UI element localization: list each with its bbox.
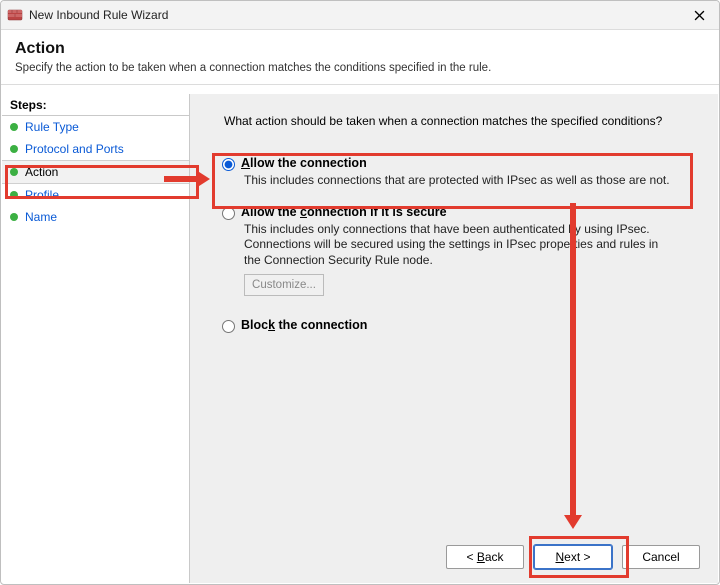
close-button[interactable] [685, 5, 713, 25]
sidebar-item-protocol-ports[interactable]: Protocol and Ports [2, 138, 189, 160]
option-allow-desc: This includes connections that are prote… [244, 173, 674, 189]
bullet-icon [10, 213, 18, 221]
page-title: Action [15, 40, 705, 58]
bullet-icon [10, 123, 18, 131]
bullet-icon [10, 191, 18, 199]
next-button[interactable]: Next > [534, 545, 612, 569]
radio-allow-secure[interactable] [222, 207, 235, 220]
bullet-icon [10, 145, 18, 153]
option-allow-title: Allow the connection [241, 156, 367, 170]
sidebar-item-profile[interactable]: Profile [2, 184, 189, 206]
steps-sidebar: Steps: Rule Type Protocol and Ports Acti… [2, 94, 190, 583]
page-header: Action Specify the action to be taken wh… [1, 30, 719, 85]
close-icon [694, 10, 705, 21]
wizard-body: Steps: Rule Type Protocol and Ports Acti… [2, 94, 718, 583]
sidebar-item-label: Protocol and Ports [25, 142, 124, 156]
back-button[interactable]: < Back [446, 545, 524, 569]
option-allow: Allow the connection This includes conne… [218, 150, 694, 197]
steps-list: Rule Type Protocol and Ports Action Prof… [2, 116, 189, 228]
radio-allow[interactable] [222, 158, 235, 171]
option-allow-secure-title: Allow the connection if it is secure [241, 205, 447, 219]
steps-header: Steps: [2, 94, 189, 116]
radio-block[interactable] [222, 320, 235, 333]
sidebar-item-label: Name [25, 210, 57, 224]
button-bar: < Back Next > Cancel [446, 545, 700, 569]
option-allow-secure-desc: This includes only connections that have… [244, 222, 674, 269]
sidebar-item-action[interactable]: Action [2, 160, 189, 184]
wizard-window: New Inbound Rule Wizard Action Specify t… [0, 0, 720, 585]
window-title: New Inbound Rule Wizard [29, 8, 685, 22]
page-subtitle: Specify the action to be taken when a co… [15, 62, 705, 74]
main-panel: What action should be taken when a conne… [190, 94, 718, 583]
sidebar-item-label: Rule Type [25, 120, 79, 134]
titlebar: New Inbound Rule Wizard [1, 1, 719, 30]
action-prompt: What action should be taken when a conne… [224, 114, 694, 128]
sidebar-item-rule-type[interactable]: Rule Type [2, 116, 189, 138]
cancel-button[interactable]: Cancel [622, 545, 700, 569]
option-block-title: Block the connection [241, 318, 367, 332]
sidebar-item-label: Profile [25, 188, 59, 202]
option-allow-secure: Allow the connection if it is secure Thi… [218, 205, 694, 305]
sidebar-item-label: Action [25, 165, 58, 179]
customize-button: Customize... [244, 274, 324, 296]
option-block: Block the connection [218, 312, 694, 341]
firewall-icon [7, 7, 23, 23]
bullet-icon [10, 168, 18, 176]
sidebar-item-name[interactable]: Name [2, 206, 189, 228]
